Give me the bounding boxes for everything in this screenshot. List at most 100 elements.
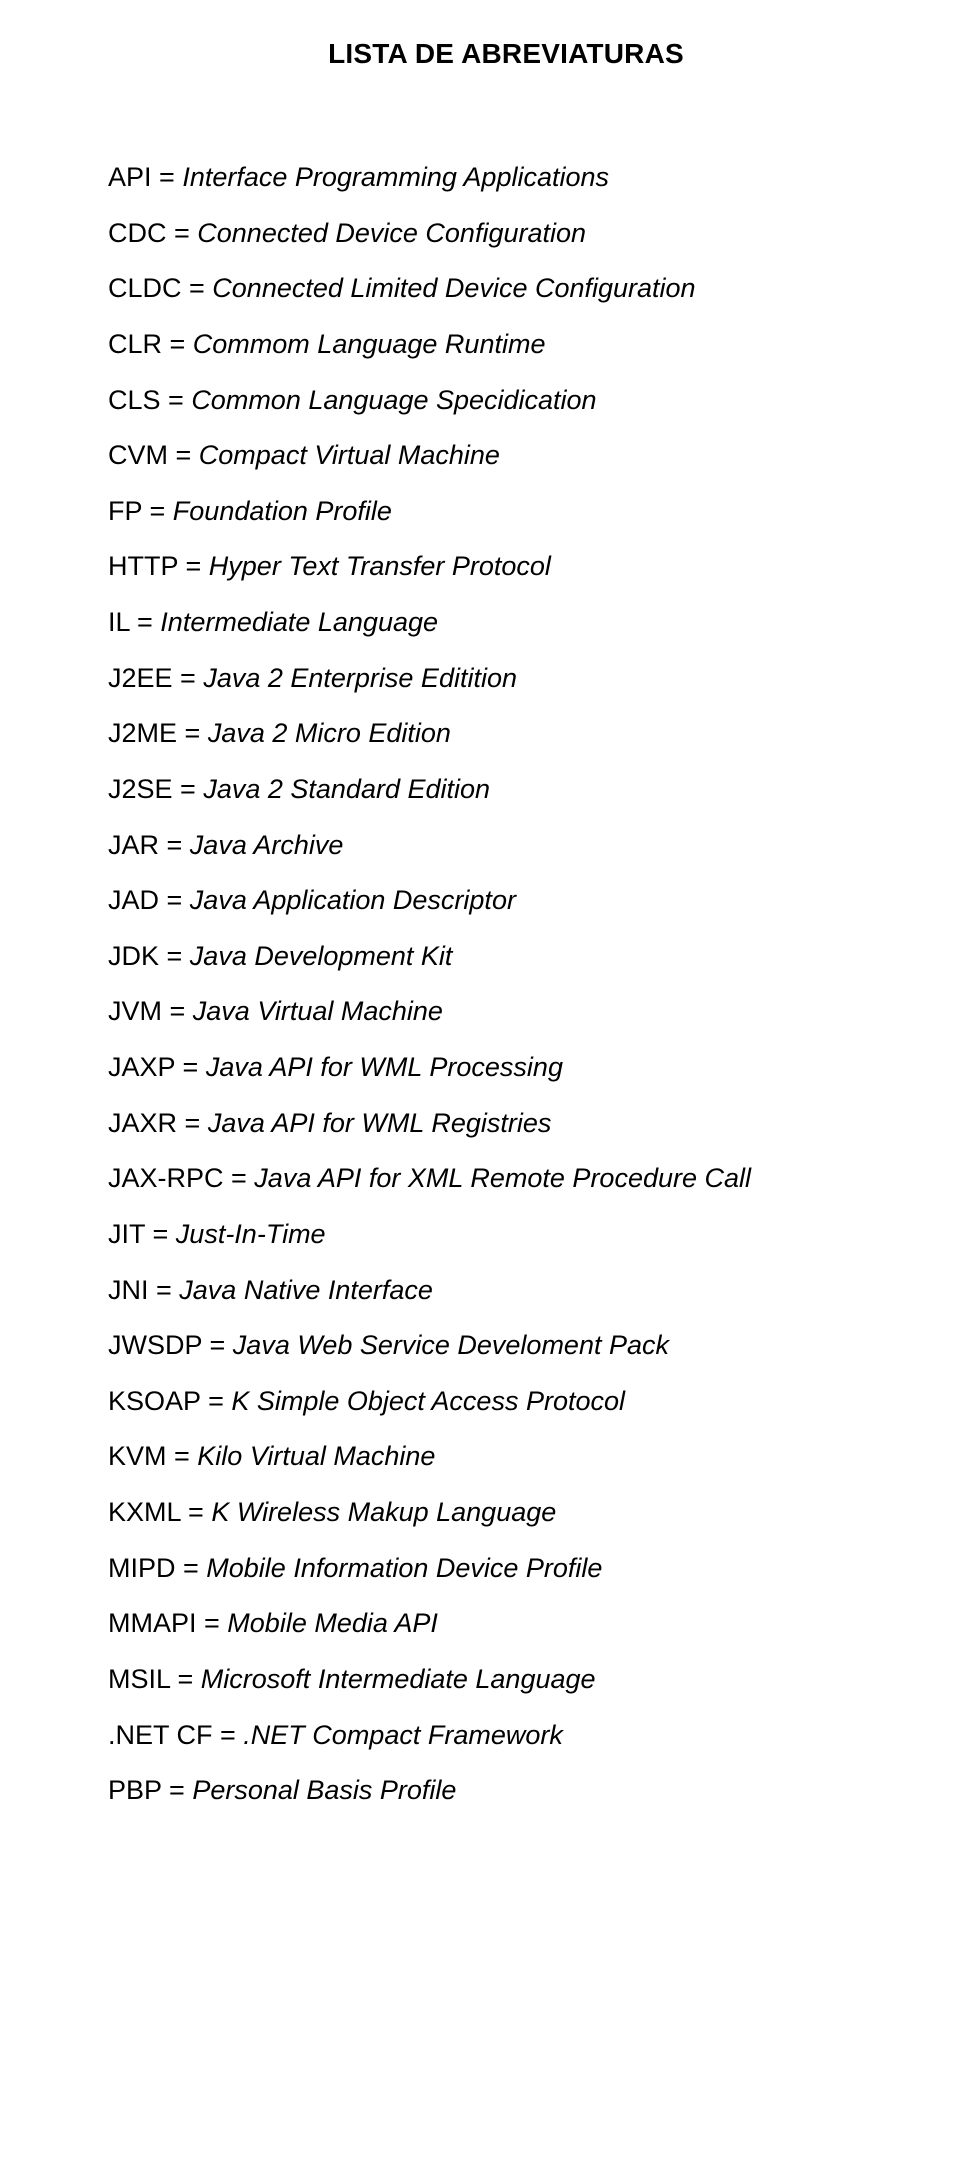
equals-sign: =: [145, 1219, 176, 1249]
list-item: IL = Intermediate Language: [108, 605, 904, 641]
definition: Java 2 Enterprise Editition: [203, 663, 517, 693]
list-item: JNI = Java Native Interface: [108, 1273, 904, 1309]
list-item: JAXR = Java API for WML Registries: [108, 1106, 904, 1142]
abbreviation: KSOAP: [108, 1386, 201, 1416]
equals-sign: =: [178, 551, 209, 581]
definition: Commom Language Runtime: [193, 329, 546, 359]
list-item: CLS = Common Language Specidication: [108, 383, 904, 419]
list-item: KSOAP = K Simple Object Access Protocol: [108, 1384, 904, 1420]
definition: Just-In-Time: [176, 1219, 326, 1249]
abbreviation: JAXP: [108, 1052, 175, 1082]
page: LISTA DE ABREVIATURAS API = Interface Pr…: [0, 0, 960, 1869]
list-item: JAD = Java Application Descriptor: [108, 883, 904, 919]
abbreviation: CLR: [108, 329, 162, 359]
definition: Java 2 Standard Edition: [203, 774, 490, 804]
definition: Java API for WML Processing: [206, 1052, 563, 1082]
abbreviation: JAX-RPC: [108, 1163, 224, 1193]
definition: Java Virtual Machine: [193, 996, 443, 1026]
equals-sign: =: [159, 941, 190, 971]
definition: Personal Basis Profile: [192, 1775, 456, 1805]
abbreviation: JAXR: [108, 1108, 177, 1138]
abbreviation: KXML: [108, 1497, 181, 1527]
definition: Mobile Media API: [227, 1608, 438, 1638]
definition: Interface Programming Applications: [182, 162, 609, 192]
abbreviation: J2EE: [108, 663, 173, 693]
list-item: MSIL = Microsoft Intermediate Language: [108, 1662, 904, 1698]
abbreviation: CDC: [108, 218, 167, 248]
list-item: FP = Foundation Profile: [108, 494, 904, 530]
equals-sign: =: [159, 830, 190, 860]
definition: Intermediate Language: [160, 607, 438, 637]
list-item: CLDC = Connected Limited Device Configur…: [108, 271, 904, 307]
definition: Mobile Information Device Profile: [206, 1553, 602, 1583]
definition: Java 2 Micro Edition: [208, 718, 451, 748]
equals-sign: =: [152, 162, 183, 192]
abbreviation: JAD: [108, 885, 159, 915]
definition: Java Web Service Develoment Pack: [233, 1330, 669, 1360]
definition: Java Application Descriptor: [190, 885, 516, 915]
list-item: MMAPI = Mobile Media API: [108, 1606, 904, 1642]
equals-sign: =: [176, 1553, 207, 1583]
equals-sign: =: [162, 996, 193, 1026]
equals-sign: =: [130, 607, 161, 637]
abbreviation: CLDC: [108, 273, 182, 303]
list-item: J2SE = Java 2 Standard Edition: [108, 772, 904, 808]
abbreviation: JIT: [108, 1219, 145, 1249]
definition: K Wireless Makup Language: [211, 1497, 556, 1527]
list-item: CVM = Compact Virtual Machine: [108, 438, 904, 474]
list-item: J2ME = Java 2 Micro Edition: [108, 716, 904, 752]
list-item: JWSDP = Java Web Service Develoment Pack: [108, 1328, 904, 1364]
abbreviation: MSIL: [108, 1664, 170, 1694]
abbreviation: CVM: [108, 440, 168, 470]
equals-sign: =: [167, 218, 198, 248]
list-item: CDC = Connected Device Configuration: [108, 216, 904, 252]
abbreviation: HTTP: [108, 551, 178, 581]
list-item: JIT = Just-In-Time: [108, 1217, 904, 1253]
equals-sign: =: [177, 718, 208, 748]
definition: K Simple Object Access Protocol: [231, 1386, 625, 1416]
list-item: JDK = Java Development Kit: [108, 939, 904, 975]
abbreviation: MIPD: [108, 1553, 176, 1583]
definition: Microsoft Intermediate Language: [201, 1664, 596, 1694]
equals-sign: =: [175, 1052, 206, 1082]
list-item: CLR = Commom Language Runtime: [108, 327, 904, 363]
definition: Hyper Text Transfer Protocol: [209, 551, 551, 581]
definition: Java Native Interface: [179, 1275, 433, 1305]
equals-sign: =: [149, 1275, 180, 1305]
definition: .NET Compact Framework: [243, 1720, 563, 1750]
list-item: API = Interface Programming Applications: [108, 160, 904, 196]
definition: Compact Virtual Machine: [199, 440, 500, 470]
definition: Kilo Virtual Machine: [197, 1441, 435, 1471]
list-item: KVM = Kilo Virtual Machine: [108, 1439, 904, 1475]
list-item: JAX-RPC = Java API for XML Remote Proced…: [108, 1161, 904, 1197]
definition: Connected Device Configuration: [197, 218, 586, 248]
list-item: KXML = K Wireless Makup Language: [108, 1495, 904, 1531]
list-item: .NET CF = .NET Compact Framework: [108, 1718, 904, 1754]
equals-sign: =: [159, 885, 190, 915]
abbreviation: JAR: [108, 830, 159, 860]
equals-sign: =: [181, 1497, 212, 1527]
abbreviation: JNI: [108, 1275, 149, 1305]
abbreviation: JWSDP: [108, 1330, 202, 1360]
abbreviation: PBP: [108, 1775, 162, 1805]
equals-sign: =: [173, 774, 204, 804]
abbreviation: API: [108, 162, 152, 192]
page-title: LISTA DE ABREVIATURAS: [108, 38, 904, 70]
equals-sign: =: [177, 1108, 208, 1138]
equals-sign: =: [201, 1386, 232, 1416]
list-item: JAR = Java Archive: [108, 828, 904, 864]
equals-sign: =: [168, 440, 199, 470]
list-item: HTTP = Hyper Text Transfer Protocol: [108, 549, 904, 585]
definition: Foundation Profile: [173, 496, 392, 526]
equals-sign: =: [170, 1664, 201, 1694]
abbreviation: IL: [108, 607, 130, 637]
abbreviation: .NET CF: [108, 1720, 213, 1750]
abbreviation-list: API = Interface Programming Applications…: [108, 160, 904, 1809]
abbreviation: KVM: [108, 1441, 167, 1471]
equals-sign: =: [162, 1775, 193, 1805]
abbreviation: CLS: [108, 385, 161, 415]
abbreviation: JVM: [108, 996, 162, 1026]
list-item: J2EE = Java 2 Enterprise Editition: [108, 661, 904, 697]
equals-sign: =: [213, 1720, 244, 1750]
definition: Connected Limited Device Configuration: [212, 273, 695, 303]
